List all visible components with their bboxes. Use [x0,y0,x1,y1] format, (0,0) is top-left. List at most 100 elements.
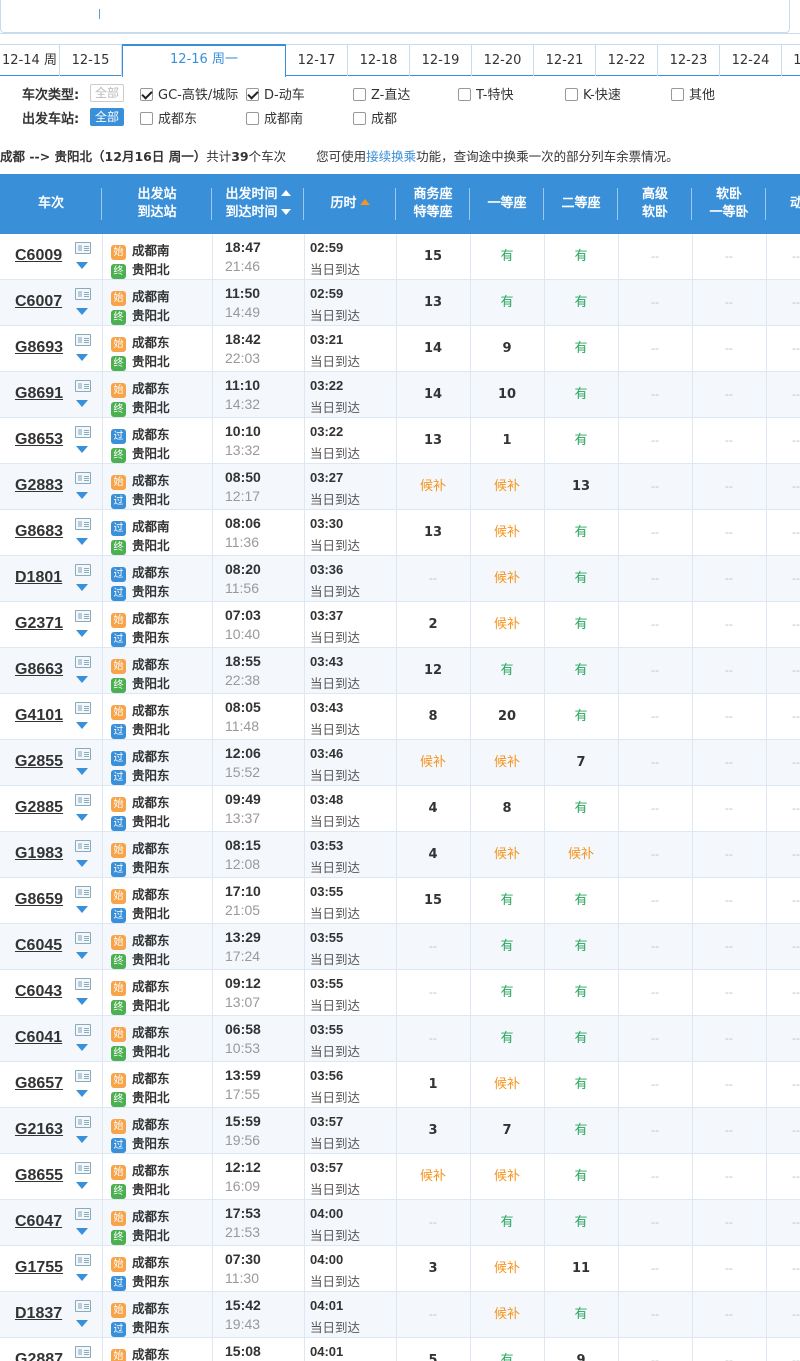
train-number-link[interactable]: G8693 [15,339,63,357]
expand-stops-icon[interactable] [76,722,88,729]
train-info-icon[interactable] [75,656,91,668]
train-number-link[interactable]: G2163 [15,1121,63,1139]
business-seat[interactable]: 3 [396,1108,470,1154]
train-info-icon[interactable] [75,472,91,484]
first-class-seat[interactable]: 候补 [470,602,544,648]
checkbox[interactable] [565,88,578,101]
train-type-option[interactable]: D-动车 [246,84,305,103]
train-info-icon[interactable] [75,288,91,300]
first-class-seat[interactable]: 候补 [470,1292,544,1338]
second-class-seat[interactable]: 有 [544,694,618,740]
second-class-seat[interactable]: 有 [544,280,618,326]
sort-desc-icon[interactable] [280,209,291,215]
train-info-icon[interactable] [75,702,91,714]
second-class-seat[interactable]: 有 [544,556,618,602]
expand-stops-icon[interactable] [76,906,88,913]
first-class-seat[interactable]: 1 [470,418,544,464]
checkbox[interactable] [353,112,366,125]
first-class-seat[interactable]: 10 [470,372,544,418]
date-tab[interactable]: 12-20 [472,45,534,76]
business-seat[interactable]: 14 [396,326,470,372]
expand-stops-icon[interactable] [76,676,88,683]
train-number-link[interactable]: G2855 [15,753,63,771]
second-class-seat[interactable]: 有 [544,602,618,648]
first-class-seat[interactable]: 有 [470,234,544,280]
second-class-seat[interactable]: 11 [544,1246,618,1292]
train-number-link[interactable]: G1755 [15,1259,63,1277]
train-info-icon[interactable] [75,1070,91,1082]
first-class-seat[interactable]: 9 [470,326,544,372]
sort-asc-active-icon[interactable] [359,199,370,205]
expand-stops-icon[interactable] [76,538,88,545]
expand-stops-icon[interactable] [76,1044,88,1051]
checkbox[interactable] [353,88,366,101]
first-class-seat[interactable]: 候补 [470,510,544,556]
second-class-seat[interactable]: 有 [544,924,618,970]
train-type-option[interactable]: T-特快 [458,84,513,103]
second-class-seat[interactable]: 有 [544,648,618,694]
first-class-seat[interactable]: 20 [470,694,544,740]
train-info-icon[interactable] [75,794,91,806]
second-class-seat[interactable]: 13 [544,464,618,510]
first-class-seat[interactable]: 有 [470,648,544,694]
search-box-fragment[interactable] [0,0,790,33]
checkbox[interactable] [246,88,259,101]
train-info-icon[interactable] [75,1162,91,1174]
second-class-seat[interactable]: 有 [544,878,618,924]
second-class-seat[interactable]: 有 [544,786,618,832]
expand-stops-icon[interactable] [76,584,88,591]
first-class-seat[interactable]: 有 [470,1016,544,1062]
first-class-seat[interactable]: 候补 [470,832,544,878]
train-info-icon[interactable] [75,840,91,852]
train-number-link[interactable]: G2883 [15,477,63,495]
date-tab[interactable]: 12 [782,45,800,76]
expand-stops-icon[interactable] [76,630,88,637]
business-seat[interactable]: 5 [396,1338,470,1361]
train-info-icon[interactable] [75,1116,91,1128]
train-info-icon[interactable] [75,1024,91,1036]
date-tab[interactable]: 12-14 周 [0,45,60,76]
first-class-seat[interactable]: 8 [470,786,544,832]
first-class-seat[interactable]: 候补 [470,740,544,786]
expand-stops-icon[interactable] [76,1136,88,1143]
train-info-icon[interactable] [75,334,91,346]
business-seat[interactable]: 13 [396,510,470,556]
train-info-icon[interactable] [75,978,91,990]
date-tab[interactable]: 12-22 [596,45,658,76]
second-class-seat[interactable]: 有 [544,510,618,556]
second-class-seat[interactable]: 有 [544,372,618,418]
expand-stops-icon[interactable] [76,1090,88,1097]
business-seat[interactable]: 候补 [396,740,470,786]
second-class-seat[interactable]: 7 [544,740,618,786]
first-class-seat[interactable]: 7 [470,1108,544,1154]
business-seat[interactable]: 15 [396,234,470,280]
first-class-seat[interactable]: 候补 [470,1154,544,1200]
first-class-seat[interactable]: 候补 [470,1246,544,1292]
business-seat[interactable]: 候补 [396,464,470,510]
train-number-link[interactable]: G8655 [15,1167,63,1185]
train-info-icon[interactable] [75,1346,91,1358]
expand-stops-icon[interactable] [76,354,88,361]
business-seat[interactable]: 13 [396,280,470,326]
train-number-link[interactable]: G8663 [15,661,63,679]
transfer-link[interactable]: 接续换乘 [366,149,416,164]
header-times[interactable]: 出发时间 到达时间 [212,174,304,234]
first-class-seat[interactable]: 有 [470,924,544,970]
date-tab[interactable]: 12-23 [658,45,720,76]
train-number-link[interactable]: C6041 [15,1029,62,1047]
second-class-seat[interactable]: 有 [544,1154,618,1200]
first-class-seat[interactable]: 有 [470,970,544,1016]
station-option[interactable]: 成都东 [140,108,197,127]
train-info-icon[interactable] [75,1254,91,1266]
date-tab[interactable]: 12-17 [286,45,348,76]
sort-asc-icon[interactable] [280,190,291,196]
business-seat[interactable]: 15 [396,878,470,924]
train-info-icon[interactable] [75,932,91,944]
expand-stops-icon[interactable] [76,446,88,453]
train-number-link[interactable]: G1983 [15,845,63,863]
checkbox[interactable] [140,112,153,125]
expand-stops-icon[interactable] [76,400,88,407]
business-seat[interactable]: 候补 [396,1154,470,1200]
second-class-seat[interactable]: 有 [544,326,618,372]
train-info-icon[interactable] [75,518,91,530]
